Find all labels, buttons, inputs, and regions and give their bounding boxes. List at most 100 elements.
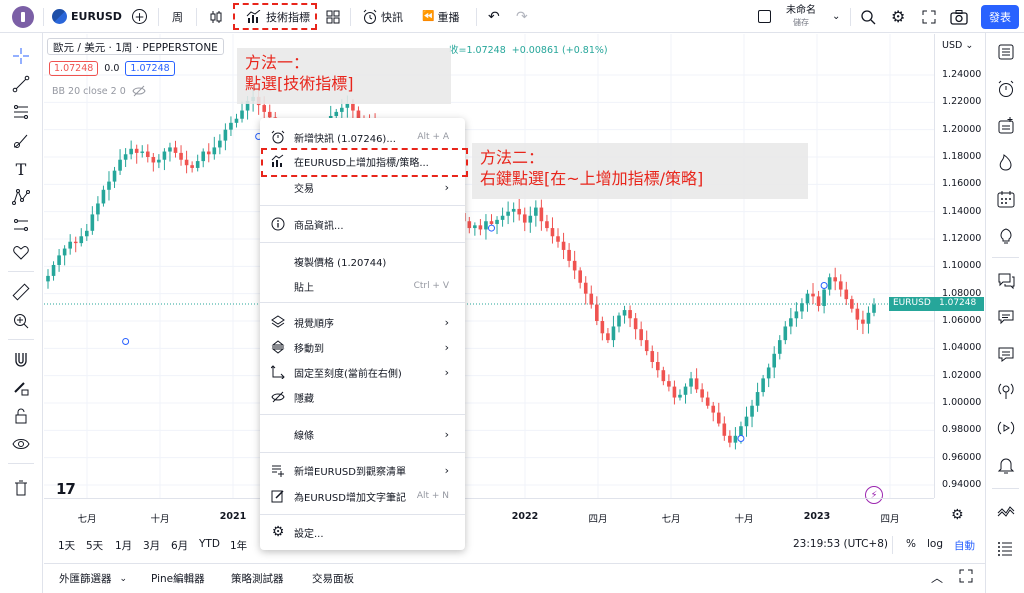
- layouts-button[interactable]: [326, 0, 340, 33]
- menu-lines[interactable]: 線條 ›: [260, 422, 465, 446]
- range-1y[interactable]: 1年: [230, 538, 258, 553]
- avatar[interactable]: [12, 0, 34, 33]
- signals-button[interactable]: [993, 417, 1019, 439]
- log-toggle[interactable]: log: [927, 538, 943, 550]
- menu-copy-price[interactable]: 複製價格 (1.20744): [260, 249, 465, 273]
- chart-type-button[interactable]: [208, 0, 224, 33]
- watchlist-button[interactable]: [993, 41, 1019, 63]
- maximize-panel-button[interactable]: [959, 569, 973, 586]
- prediction-tool[interactable]: [9, 214, 33, 236]
- menu-add-note[interactable]: 為EURUSD增加文字筆記 Alt + N: [260, 484, 465, 508]
- menu-hide[interactable]: 隱藏: [260, 385, 465, 409]
- candle-body: [229, 122, 233, 130]
- snapshot-button[interactable]: [950, 0, 968, 33]
- range-3m[interactable]: 3月: [143, 538, 171, 553]
- auto-toggle[interactable]: 自動: [954, 538, 975, 553]
- stay-drawing-tool[interactable]: [9, 377, 33, 399]
- bid-button[interactable]: 1.07248: [49, 61, 99, 76]
- last-symbol-tag: EURUSD: [889, 297, 935, 311]
- candle-body: [489, 221, 494, 224]
- broadcast-button[interactable]: [993, 380, 1019, 402]
- menu-trade[interactable]: 交易 ›: [260, 175, 465, 199]
- range-1m[interactable]: 1月: [115, 538, 143, 553]
- fullscreen-button[interactable]: [922, 0, 936, 33]
- collapse-panel-button[interactable]: ︿: [931, 569, 943, 586]
- pattern-icon: [12, 189, 30, 205]
- tab-strategy-tester[interactable]: 策略測試器: [231, 571, 284, 586]
- menu-move-to[interactable]: 移動到 ›: [260, 335, 465, 359]
- indicator-legend[interactable]: BB 20 close 2 0: [52, 85, 146, 97]
- brush-tool[interactable]: [9, 130, 33, 152]
- remove-drawings-tool[interactable]: [9, 477, 33, 499]
- notifications-button[interactable]: [993, 454, 1019, 476]
- dom-button[interactable]: [993, 537, 1019, 559]
- alert-button[interactable]: 快訊: [362, 0, 403, 33]
- chart-settings-button[interactable]: ⚙: [951, 507, 964, 523]
- tab-forex-screener[interactable]: 外匯篩選器 ⌄: [59, 571, 127, 586]
- plus-circle-icon: +: [132, 9, 147, 24]
- redo-button[interactable]: ↷: [516, 0, 528, 33]
- lock-drawings-tool[interactable]: [9, 405, 33, 427]
- time-tick: 十月: [150, 514, 170, 525]
- hide-drawings-tool[interactable]: [9, 433, 33, 455]
- chats-button[interactable]: [993, 269, 1019, 291]
- range-6m[interactable]: 6月: [171, 538, 199, 553]
- text-tool[interactable]: T: [9, 158, 33, 180]
- trend-line-tool[interactable]: [9, 73, 33, 95]
- clock[interactable]: 23:19:53 (UTC+8): [793, 538, 888, 550]
- search-button[interactable]: [860, 0, 876, 33]
- pattern-tool[interactable]: [9, 186, 33, 208]
- price-axis[interactable]: USD ⌄ 1.24000 1.22000 1.20000 1.18000 1.1600…: [934, 34, 985, 498]
- publish-button[interactable]: 發表: [981, 0, 1019, 33]
- tab-trading-panel[interactable]: 交易面板: [312, 571, 354, 586]
- settings-button[interactable]: ⚙: [891, 0, 905, 33]
- chart-pane[interactable]: 歐元 / 美元 · 1周 · PEPPERSTONE 收=1.07248 +0.…: [44, 34, 934, 504]
- alert-label: 快訊: [381, 10, 403, 24]
- menu-settings[interactable]: ⚙ 設定...: [260, 520, 465, 544]
- menu-pin-scale[interactable]: 固定至刻度(當前在右側) ›: [260, 360, 465, 384]
- crosshair-tool[interactable]: [9, 45, 33, 67]
- time-axis[interactable]: [44, 498, 934, 530]
- candlestick-chart[interactable]: [44, 34, 934, 498]
- percent-toggle[interactable]: %: [906, 538, 916, 550]
- calendar-button[interactable]: [993, 188, 1019, 210]
- ruler-tool[interactable]: [9, 281, 33, 303]
- ideas-stream-button[interactable]: [993, 343, 1019, 365]
- alerts-button[interactable]: [993, 78, 1019, 100]
- symbol-legend-title[interactable]: 歐元 / 美元 · 1周 · PEPPERSTONE: [47, 38, 224, 55]
- menu-symbol-info[interactable]: 商品資訊...: [260, 212, 465, 236]
- ask-button[interactable]: 1.07248: [125, 61, 175, 76]
- ideas-button[interactable]: [993, 225, 1019, 247]
- candle-body: [218, 140, 222, 148]
- candle-body: [112, 170, 117, 182]
- data-window-button[interactable]: [993, 115, 1019, 137]
- range-ytd[interactable]: YTD: [199, 538, 230, 553]
- layout-checkbox[interactable]: [758, 0, 771, 33]
- menu-add-alert[interactable]: 新增快訊 (1.07246)... Alt + A: [260, 125, 465, 149]
- menu-visual-order[interactable]: 視覺順序 ›: [260, 310, 465, 334]
- currency-selector[interactable]: USD ⌄: [942, 40, 973, 51]
- compare-symbol-button[interactable]: +: [132, 0, 147, 33]
- indicator-label: BB 20 close 2 0: [52, 85, 126, 97]
- layout-name-button[interactable]: 未命名 儲存: [786, 0, 816, 33]
- range-1d[interactable]: 1天: [58, 538, 86, 553]
- icons-tool[interactable]: [9, 242, 33, 264]
- interval-button[interactable]: 周: [172, 0, 183, 33]
- tab-pine-editor[interactable]: Pine編輯器: [151, 571, 205, 586]
- replay-button[interactable]: ⏪ 重播: [422, 0, 459, 33]
- hotlists-button[interactable]: [993, 151, 1019, 173]
- magnet-tool[interactable]: [9, 349, 33, 371]
- undo-button[interactable]: ↶: [488, 0, 500, 33]
- zoom-in-tool[interactable]: [9, 310, 33, 332]
- streams-button[interactable]: [993, 306, 1019, 328]
- layout-menu-button[interactable]: ⌄: [832, 0, 840, 33]
- menu-paste[interactable]: 貼上 Ctrl + V: [260, 274, 465, 298]
- menu-add-watchlist[interactable]: 新增EURUSD到觀察清單 ›: [260, 458, 465, 482]
- fib-tool[interactable]: [9, 101, 33, 123]
- tradingview-logo[interactable]: 𝟭𝟳: [56, 480, 76, 498]
- candle-body: [572, 260, 577, 271]
- eye-hidden-icon[interactable]: [132, 85, 146, 97]
- range-5d[interactable]: 5天: [86, 538, 115, 553]
- symbol-search-button[interactable]: EURUSD: [52, 0, 122, 33]
- pine-button[interactable]: [993, 500, 1019, 522]
